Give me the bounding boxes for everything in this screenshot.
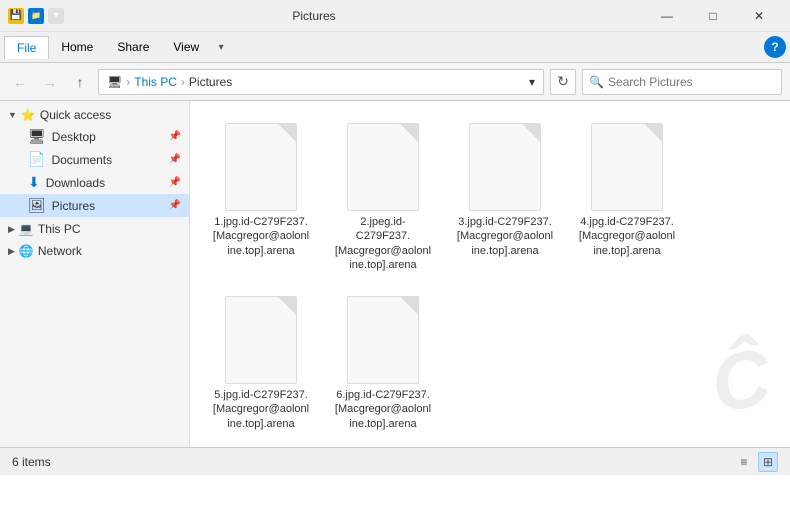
pin-icon-pictures: 📌: [169, 200, 181, 211]
file-icon-3: [469, 123, 541, 211]
documents-folder-icon: 📄: [28, 151, 45, 168]
search-box: 🔍: [582, 69, 782, 95]
file-icon-2: [347, 123, 419, 211]
main-layout: ▼ ⭐ Quick access 🖥 Desktop 📌 📄 Documents…: [0, 101, 790, 447]
title-bar: 💾 📁 ▾ Pictures — □ ✕: [0, 0, 790, 32]
sidebar-quick-access-header[interactable]: ▼ ⭐ Quick access: [0, 105, 189, 125]
status-bar: 6 items ≡ ⊞: [0, 447, 790, 475]
minimize-button[interactable]: —: [644, 0, 690, 32]
file-item-1[interactable]: 1.jpg.id-C279F237.[Macgregor@aolonline.t…: [206, 117, 316, 278]
close-button[interactable]: ✕: [736, 0, 782, 32]
tab-file[interactable]: File: [4, 36, 49, 59]
sidebar-thispc-section: ▶ 💻 This PC: [0, 219, 189, 239]
file-item-4[interactable]: 4.jpg.id-C279F237.[Macgregor@aolonline.t…: [572, 117, 682, 278]
sidebar: ▼ ⭐ Quick access 🖥 Desktop 📌 📄 Documents…: [0, 101, 190, 447]
forward-button[interactable]: →: [38, 70, 62, 94]
expand-thispc-icon: ▶: [8, 224, 15, 235]
pictures-folder-icon: 🖼: [28, 197, 46, 214]
file-name-6: 6.jpg.id-C279F237.[Macgregor@aolonline.t…: [334, 388, 432, 431]
thispc-label: This PC: [38, 222, 81, 236]
list-view-button[interactable]: ≡: [734, 452, 754, 472]
sidebar-item-pictures-label: Pictures: [52, 199, 95, 213]
file-icon-6: [347, 296, 419, 384]
window-controls: — □ ✕: [644, 0, 782, 32]
sidebar-quick-access-section: ▼ ⭐ Quick access 🖥 Desktop 📌 📄 Documents…: [0, 105, 189, 217]
file-item-3[interactable]: 3.jpg.id-C279F237.[Macgregor@aolonline.t…: [450, 117, 560, 278]
network-icon: 🌐: [19, 244, 34, 258]
file-item-6[interactable]: 6.jpg.id-C279F237.[Macgregor@aolonline.t…: [328, 290, 438, 437]
quick-access-star-icon: ⭐: [21, 108, 36, 122]
breadcrumb: 🖥 › This PC › Pictures ▾: [98, 69, 544, 95]
tab-share[interactable]: Share: [105, 36, 161, 58]
breadcrumb-thispc[interactable]: This PC: [134, 75, 177, 89]
file-icon-5: [225, 296, 297, 384]
file-name-4: 4.jpg.id-C279F237.[Macgregor@aolonline.t…: [578, 215, 676, 258]
back-button[interactable]: ←: [8, 70, 32, 94]
downloads-folder-icon: ⬇: [28, 174, 40, 191]
file-area: Ĉ 1.jpg.id-C279F237.[Macgregor@aolonline…: [190, 101, 790, 447]
ribbon-collapse-button[interactable]: ▾: [211, 35, 231, 59]
breadcrumb-icon: 🖥: [107, 75, 122, 89]
watermark: Ĉ: [705, 331, 778, 432]
file-name-5: 5.jpg.id-C279F237.[Macgregor@aolonline.t…: [212, 388, 310, 431]
network-label: Network: [38, 244, 82, 258]
tab-view[interactable]: View: [161, 36, 211, 58]
address-bar: ← → ↑ 🖥 › This PC › Pictures ▾ ↻ 🔍: [0, 63, 790, 101]
item-count: 6 items: [12, 455, 51, 469]
sidebar-item-desktop[interactable]: 🖥 Desktop 📌: [0, 125, 189, 148]
help-button[interactable]: ?: [764, 36, 786, 58]
file-name-2: 2.jpeg.id-C279F237.[Macgregor@aolonline.…: [334, 215, 432, 272]
pin-icon-desktop: 📌: [169, 131, 181, 142]
sidebar-item-desktop-label: Desktop: [52, 130, 96, 144]
sidebar-network-section: ▶ 🌐 Network: [0, 241, 189, 261]
pin-icon-documents: 📌: [169, 154, 181, 165]
view-toggle: ≡ ⊞: [734, 452, 778, 472]
file-item-2[interactable]: 2.jpeg.id-C279F237.[Macgregor@aolonline.…: [328, 117, 438, 278]
ribbon-tabs: File Home Share View ▾ ?: [0, 32, 790, 62]
desktop-folder-icon: 🖥: [28, 128, 46, 145]
sidebar-item-documents[interactable]: 📄 Documents 📌: [0, 148, 189, 171]
file-name-3: 3.jpg.id-C279F237.[Macgregor@aolonline.t…: [456, 215, 554, 258]
up-button[interactable]: ↑: [68, 70, 92, 94]
search-input[interactable]: [608, 75, 775, 89]
breadcrumb-pictures: Pictures: [189, 75, 232, 89]
breadcrumb-dropdown[interactable]: ▾: [529, 75, 535, 89]
file-item-5[interactable]: 5.jpg.id-C279F237.[Macgregor@aolonline.t…: [206, 290, 316, 437]
search-icon: 🔍: [589, 75, 604, 89]
file-name-1: 1.jpg.id-C279F237.[Macgregor@aolonline.t…: [212, 215, 310, 258]
sidebar-item-downloads-label: Downloads: [46, 176, 105, 190]
maximize-button[interactable]: □: [690, 0, 736, 32]
sidebar-item-documents-label: Documents: [51, 153, 112, 167]
tab-home[interactable]: Home: [49, 36, 105, 58]
ribbon: File Home Share View ▾ ?: [0, 32, 790, 63]
expand-quick-access-icon: ▼: [8, 110, 17, 120]
expand-network-icon: ▶: [8, 246, 15, 257]
pin-icon-downloads: 📌: [169, 177, 181, 188]
refresh-button[interactable]: ↻: [550, 69, 576, 95]
sidebar-thispc-header[interactable]: ▶ 💻 This PC: [0, 219, 189, 239]
file-icon-1: [225, 123, 297, 211]
sidebar-item-downloads[interactable]: ⬇ Downloads 📌: [0, 171, 189, 194]
grid-view-button[interactable]: ⊞: [758, 452, 778, 472]
thispc-icon: 💻: [19, 222, 34, 236]
file-icon-4: [591, 123, 663, 211]
quick-access-label: Quick access: [40, 108, 111, 122]
window-title: Pictures: [0, 9, 644, 23]
sidebar-item-pictures[interactable]: 🖼 Pictures 📌: [0, 194, 189, 217]
sidebar-network-header[interactable]: ▶ 🌐 Network: [0, 241, 189, 261]
